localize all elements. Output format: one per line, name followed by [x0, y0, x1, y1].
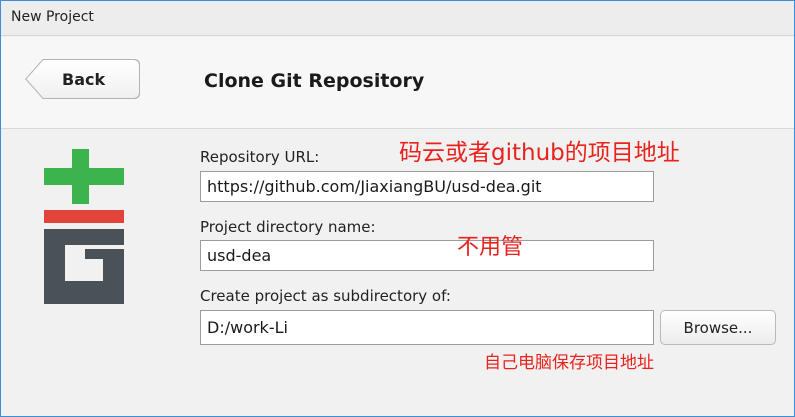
window-title: New Project: [11, 9, 94, 25]
title-bar: New Project: [1, 1, 794, 36]
browse-button[interactable]: Browse...: [660, 310, 776, 345]
subdirectory-label: Create project as subdirectory of:: [200, 287, 451, 305]
repository-url-input[interactable]: [200, 171, 654, 202]
back-button-label: Back: [62, 70, 106, 89]
repository-url-label: Repository URL:: [200, 148, 320, 166]
wizard-header: Back Clone Git Repository: [1, 37, 794, 129]
page-title: Clone Git Repository: [204, 70, 425, 92]
back-button[interactable]: Back: [25, 59, 140, 99]
repo-url-annotation: 码云或者github的项目地址: [399, 140, 680, 166]
project-directory-name-label: Project directory name:: [200, 218, 376, 236]
project-directory-name-input[interactable]: [200, 240, 654, 271]
directory-name-annotation: 不用管: [457, 235, 524, 260]
git-logo-icon: [44, 149, 124, 304]
subdirectory-annotation: 自己电脑保存项目地址: [484, 353, 654, 373]
new-project-dialog: New Project Back Clone Git Repository Re…: [0, 0, 795, 417]
subdirectory-input[interactable]: [200, 310, 654, 345]
